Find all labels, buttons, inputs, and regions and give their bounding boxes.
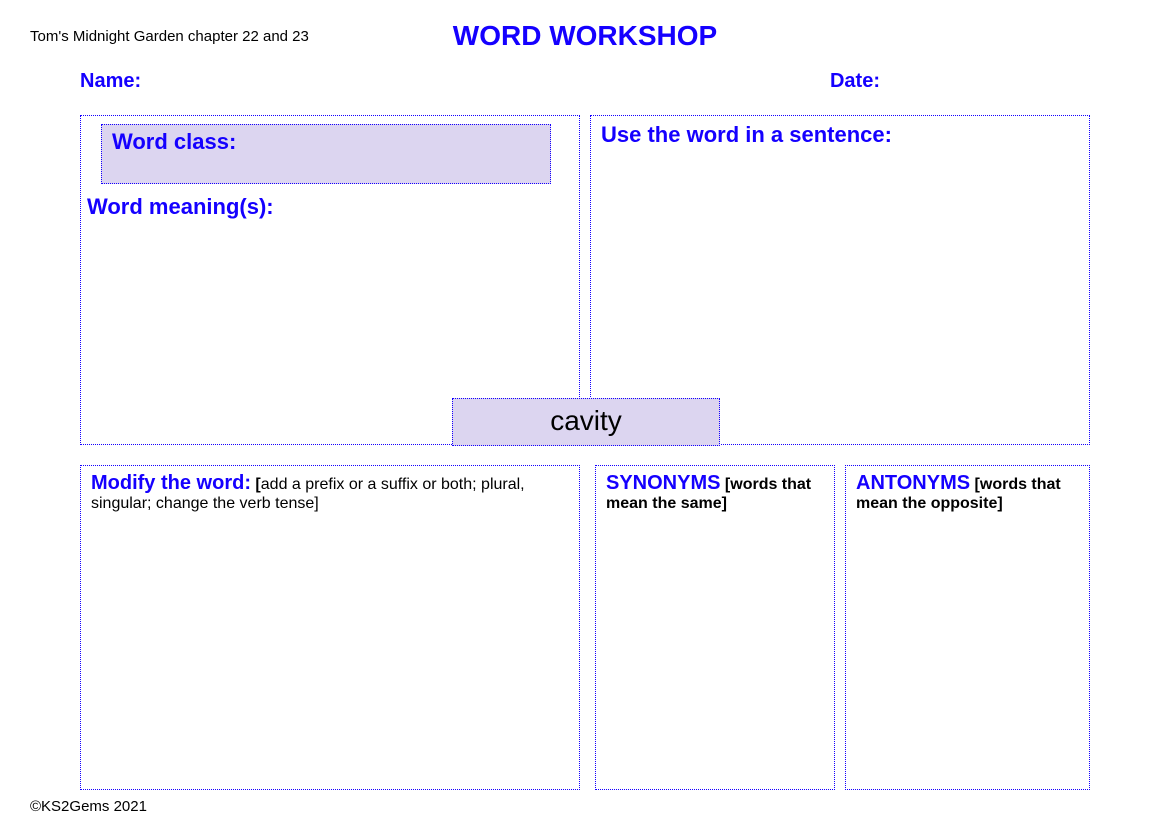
synonyms-box: SYNONYMS [words that mean the same] [595, 465, 835, 790]
synonyms-label: SYNONYMS [606, 472, 720, 494]
word-meanings-label: Word meaning(s): [87, 194, 274, 220]
worksheet-area: Word class: Word meaning(s): Use the wor… [80, 115, 1090, 797]
antonyms-box: ANTONYMS [words that mean the opposite] [845, 465, 1090, 790]
page-title: WORD WORKSHOP [0, 20, 1170, 52]
word-meanings-box: Word class: Word meaning(s): [80, 115, 580, 445]
target-word: cavity [452, 398, 720, 446]
sentence-box: Use the word in a sentence: [590, 115, 1090, 445]
sentence-label: Use the word in a sentence: [601, 122, 892, 147]
modify-box: Modify the word: [add a prefix or a suff… [80, 465, 580, 790]
word-class-label: Word class: [112, 129, 236, 154]
word-class-box: Word class: [101, 124, 551, 184]
date-label: Date: [830, 70, 880, 93]
antonyms-label: ANTONYMS [856, 472, 970, 494]
name-label: Name: [80, 70, 141, 93]
modify-hint-bracket: [ [251, 476, 261, 493]
modify-label: Modify the word: [91, 472, 251, 494]
copyright: ©KS2Gems 2021 [30, 798, 147, 815]
